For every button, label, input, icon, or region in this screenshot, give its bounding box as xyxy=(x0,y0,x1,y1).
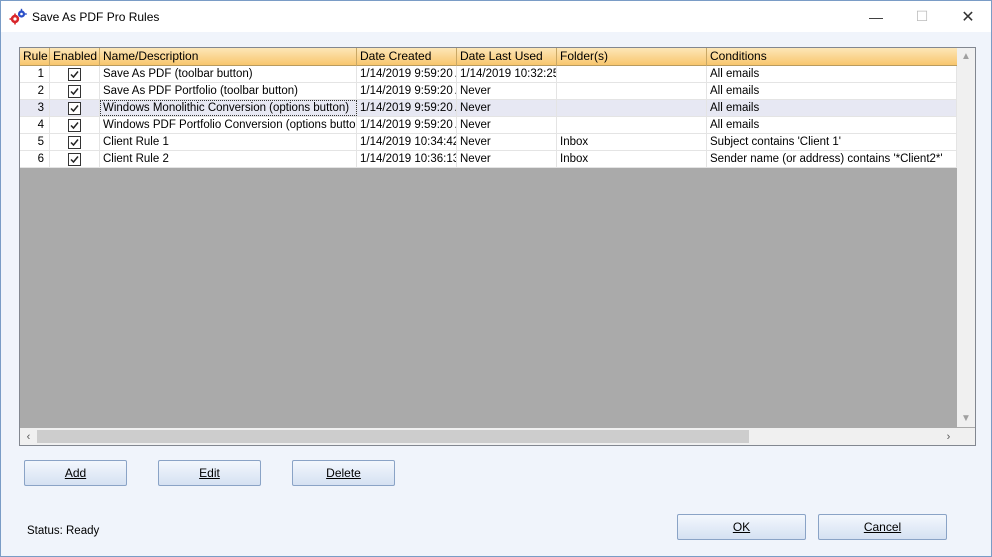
edit-button[interactable]: Edit xyxy=(158,460,261,486)
cell-rule: 2 xyxy=(20,83,50,99)
checkmark-icon xyxy=(70,156,79,164)
add-button[interactable]: Add xyxy=(24,460,127,486)
column-header-conditions[interactable]: Conditions xyxy=(707,48,957,66)
column-header-date-last-used[interactable]: Date Last Used xyxy=(457,48,557,66)
table-row[interactable]: 6 Client Rule 2 1/14/2019 10:36:13 Never Inb… xyxy=(20,151,957,168)
cell-rule: 6 xyxy=(20,151,50,167)
scroll-up-icon[interactable]: ▲ xyxy=(957,48,975,65)
cell-date-created: 1/14/2019 9:59:20 A xyxy=(357,66,457,82)
checkmark-icon xyxy=(70,71,79,79)
enabled-checkbox[interactable] xyxy=(68,153,81,166)
cell-rule: 1 xyxy=(20,66,50,82)
cell-rule: 5 xyxy=(20,134,50,150)
cell-conditions: All emails xyxy=(707,117,957,133)
cell-date-created: 1/14/2019 10:36:13 xyxy=(357,151,457,167)
cell-conditions: All emails xyxy=(707,100,957,116)
column-header-date-created[interactable]: Date Created xyxy=(357,48,457,66)
vertical-scrollbar[interactable]: ▲ ▼ xyxy=(957,48,975,427)
cell-conditions: All emails xyxy=(707,83,957,99)
maximize-button[interactable]: ☐ xyxy=(899,1,945,32)
enabled-checkbox[interactable] xyxy=(68,136,81,149)
cell-date-created: 1/14/2019 9:59:20 A xyxy=(357,100,457,116)
table-row[interactable]: 3 Windows Monolithic Conversion (options … xyxy=(20,100,957,117)
cancel-button[interactable]: Cancel xyxy=(818,514,947,540)
enabled-checkbox[interactable] xyxy=(68,119,81,132)
cell-date-last-used: Never xyxy=(457,117,557,133)
enabled-checkbox[interactable] xyxy=(68,85,81,98)
cell-conditions: All emails xyxy=(707,66,957,82)
cell-date-last-used: 1/14/2019 10:32:25 xyxy=(457,66,557,82)
checkmark-icon xyxy=(70,105,79,113)
checkmark-icon xyxy=(70,139,79,147)
column-header-folders[interactable]: Folder(s) xyxy=(557,48,707,66)
status-text: Status: Ready xyxy=(27,525,100,537)
cell-folders xyxy=(557,100,707,116)
gears-icon xyxy=(9,8,27,25)
window-title: Save As PDF Pro Rules xyxy=(32,10,160,24)
cell-name: Windows Monolithic Conversion (options b… xyxy=(100,100,357,116)
cell-name: Client Rule 1 xyxy=(100,134,357,150)
table-row[interactable]: 5 Client Rule 1 1/14/2019 10:34:42 Never Inb… xyxy=(20,134,957,151)
cell-name: Save As PDF Portfolio (toolbar button) xyxy=(100,83,357,99)
cell-date-last-used: Never xyxy=(457,100,557,116)
horizontal-scrollbar[interactable]: ‹ › xyxy=(20,428,957,445)
rules-dialog: Save As PDF Pro Rules — ☐ ✕ Rule Enabled… xyxy=(0,0,992,557)
cell-date-created: 1/14/2019 9:59:20 A xyxy=(357,117,457,133)
cell-folders xyxy=(557,83,707,99)
cell-name: Client Rule 2 xyxy=(100,151,357,167)
cell-date-last-used: Never xyxy=(457,151,557,167)
enabled-checkbox[interactable] xyxy=(68,68,81,81)
enabled-checkbox[interactable] xyxy=(68,102,81,115)
title-bar: Save As PDF Pro Rules — ☐ ✕ xyxy=(1,1,991,32)
checkmark-icon xyxy=(70,88,79,96)
cell-folders: Inbox xyxy=(557,134,707,150)
cell-rule: 3 xyxy=(20,100,50,116)
cell-name: Save As PDF (toolbar button) xyxy=(100,66,357,82)
scroll-left-icon[interactable]: ‹ xyxy=(20,428,37,445)
cell-date-created: 1/14/2019 10:34:42 xyxy=(357,134,457,150)
table-row[interactable]: 2 Save As PDF Portfolio (toolbar button) 1… xyxy=(20,83,957,100)
column-header-rule[interactable]: Rule xyxy=(20,48,50,66)
cell-conditions: Subject contains 'Client 1' xyxy=(707,134,957,150)
table-row[interactable]: 4 Windows PDF Portfolio Conversion (optio… xyxy=(20,117,957,134)
cell-folders xyxy=(557,66,707,82)
cell-rule: 4 xyxy=(20,117,50,133)
rules-grid[interactable]: Rule Enabled Name/Description Date Creat… xyxy=(19,47,976,446)
cell-folders: Inbox xyxy=(557,151,707,167)
cell-folders xyxy=(557,117,707,133)
column-header-name[interactable]: Name/Description xyxy=(100,48,357,66)
horizontal-scroll-thumb[interactable] xyxy=(37,430,749,443)
cell-name: Windows PDF Portfolio Conversion (option… xyxy=(100,117,357,133)
minimize-button[interactable]: — xyxy=(853,1,899,32)
delete-button[interactable]: Delete xyxy=(292,460,395,486)
cell-conditions: Sender name (or address) contains '*Clie… xyxy=(707,151,957,167)
scrollbar-corner xyxy=(957,428,975,445)
scroll-right-icon[interactable]: › xyxy=(940,428,957,445)
grid-header: Rule Enabled Name/Description Date Creat… xyxy=(20,48,957,66)
checkmark-icon xyxy=(70,122,79,130)
cell-date-last-used: Never xyxy=(457,83,557,99)
table-row[interactable]: 1 Save As PDF (toolbar button) 1/14/2019 9… xyxy=(20,66,957,83)
column-header-enabled[interactable]: Enabled xyxy=(50,48,100,66)
ok-button[interactable]: OK xyxy=(677,514,806,540)
cell-date-last-used: Never xyxy=(457,134,557,150)
scroll-down-icon[interactable]: ▼ xyxy=(957,410,975,427)
cell-date-created: 1/14/2019 9:59:20 A xyxy=(357,83,457,99)
close-button[interactable]: ✕ xyxy=(945,1,991,32)
